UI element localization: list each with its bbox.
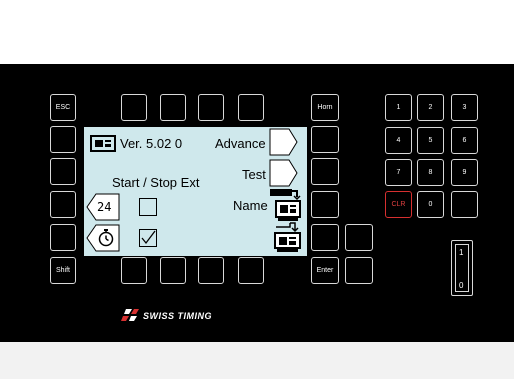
numpad-key-1[interactable]: 1 [385,94,412,121]
top-softkey-3[interactable] [198,94,224,121]
test-key[interactable] [311,158,339,185]
shot-clock-value: 24 [97,200,112,214]
name-key[interactable] [311,191,339,218]
start-stop-checkbox-2[interactable] [139,229,157,247]
swiss-timing-logo-icon [121,309,139,321]
horn-key[interactable]: Horn [311,94,339,121]
numpad-key-6[interactable]: 6 [451,127,478,154]
side-key-2[interactable] [50,158,76,185]
top-bar [0,0,514,64]
numpad-key-2[interactable]: 2 [417,94,444,121]
side-key-3[interactable] [50,191,76,218]
bottom-softkey-2[interactable] [160,257,186,284]
enter-key[interactable]: Enter [311,257,339,284]
device-icon [90,135,116,152]
numpad-key-4[interactable]: 4 [385,127,412,154]
advance-label: Advance [215,136,266,151]
bottom-softkey-1[interactable] [121,257,147,284]
test-label: Test [242,167,266,182]
clr-key[interactable]: CLR [385,191,412,218]
switch-off-label: 0 [459,281,464,290]
middle-key-7[interactable] [345,257,373,284]
name-label: Name [233,198,268,213]
side-key-4[interactable] [50,224,76,251]
start-stop-label: Start / Stop Ext [112,175,200,190]
numpad-key-8[interactable]: 8 [417,159,444,186]
middle-key-6[interactable] [345,224,373,251]
checkmark-icon [141,230,156,245]
numpad-key-3[interactable]: 3 [451,94,478,121]
numpad-key-5[interactable]: 5 [417,127,444,154]
name-device-icon[interactable] [268,188,304,224]
bottom-softkey-4[interactable] [238,257,264,284]
esc-key[interactable]: ESC [50,94,76,121]
test-arrow-icon[interactable] [269,159,299,187]
bottom-bar [0,342,514,379]
version-text: Ver. 5.02 0 [120,136,183,151]
brand-name: SWISS TIMING [143,311,212,321]
top-softkey-4[interactable] [238,94,264,121]
numpad-key-blank[interactable] [451,191,478,218]
top-softkey-2[interactable] [160,94,186,121]
start-stop-checkbox-1[interactable] [139,198,157,216]
side-key-1[interactable] [50,126,76,153]
numpad-key-7[interactable]: 7 [385,159,412,186]
brand-logo: SWISS TIMING [120,306,212,326]
stopwatch-icon [98,229,114,247]
advance-key[interactable] [311,126,339,153]
transfer-device-icon[interactable] [268,222,304,254]
top-softkey-1[interactable] [121,94,147,121]
bottom-softkey-3[interactable] [198,257,224,284]
shift-key[interactable]: Shift [50,257,76,284]
advance-arrow-icon[interactable] [269,128,299,156]
switch-on-label: 1 [459,248,464,257]
numpad-key-9[interactable]: 9 [451,159,478,186]
middle-key-5[interactable] [311,224,339,251]
numpad-key-0[interactable]: 0 [417,191,444,218]
